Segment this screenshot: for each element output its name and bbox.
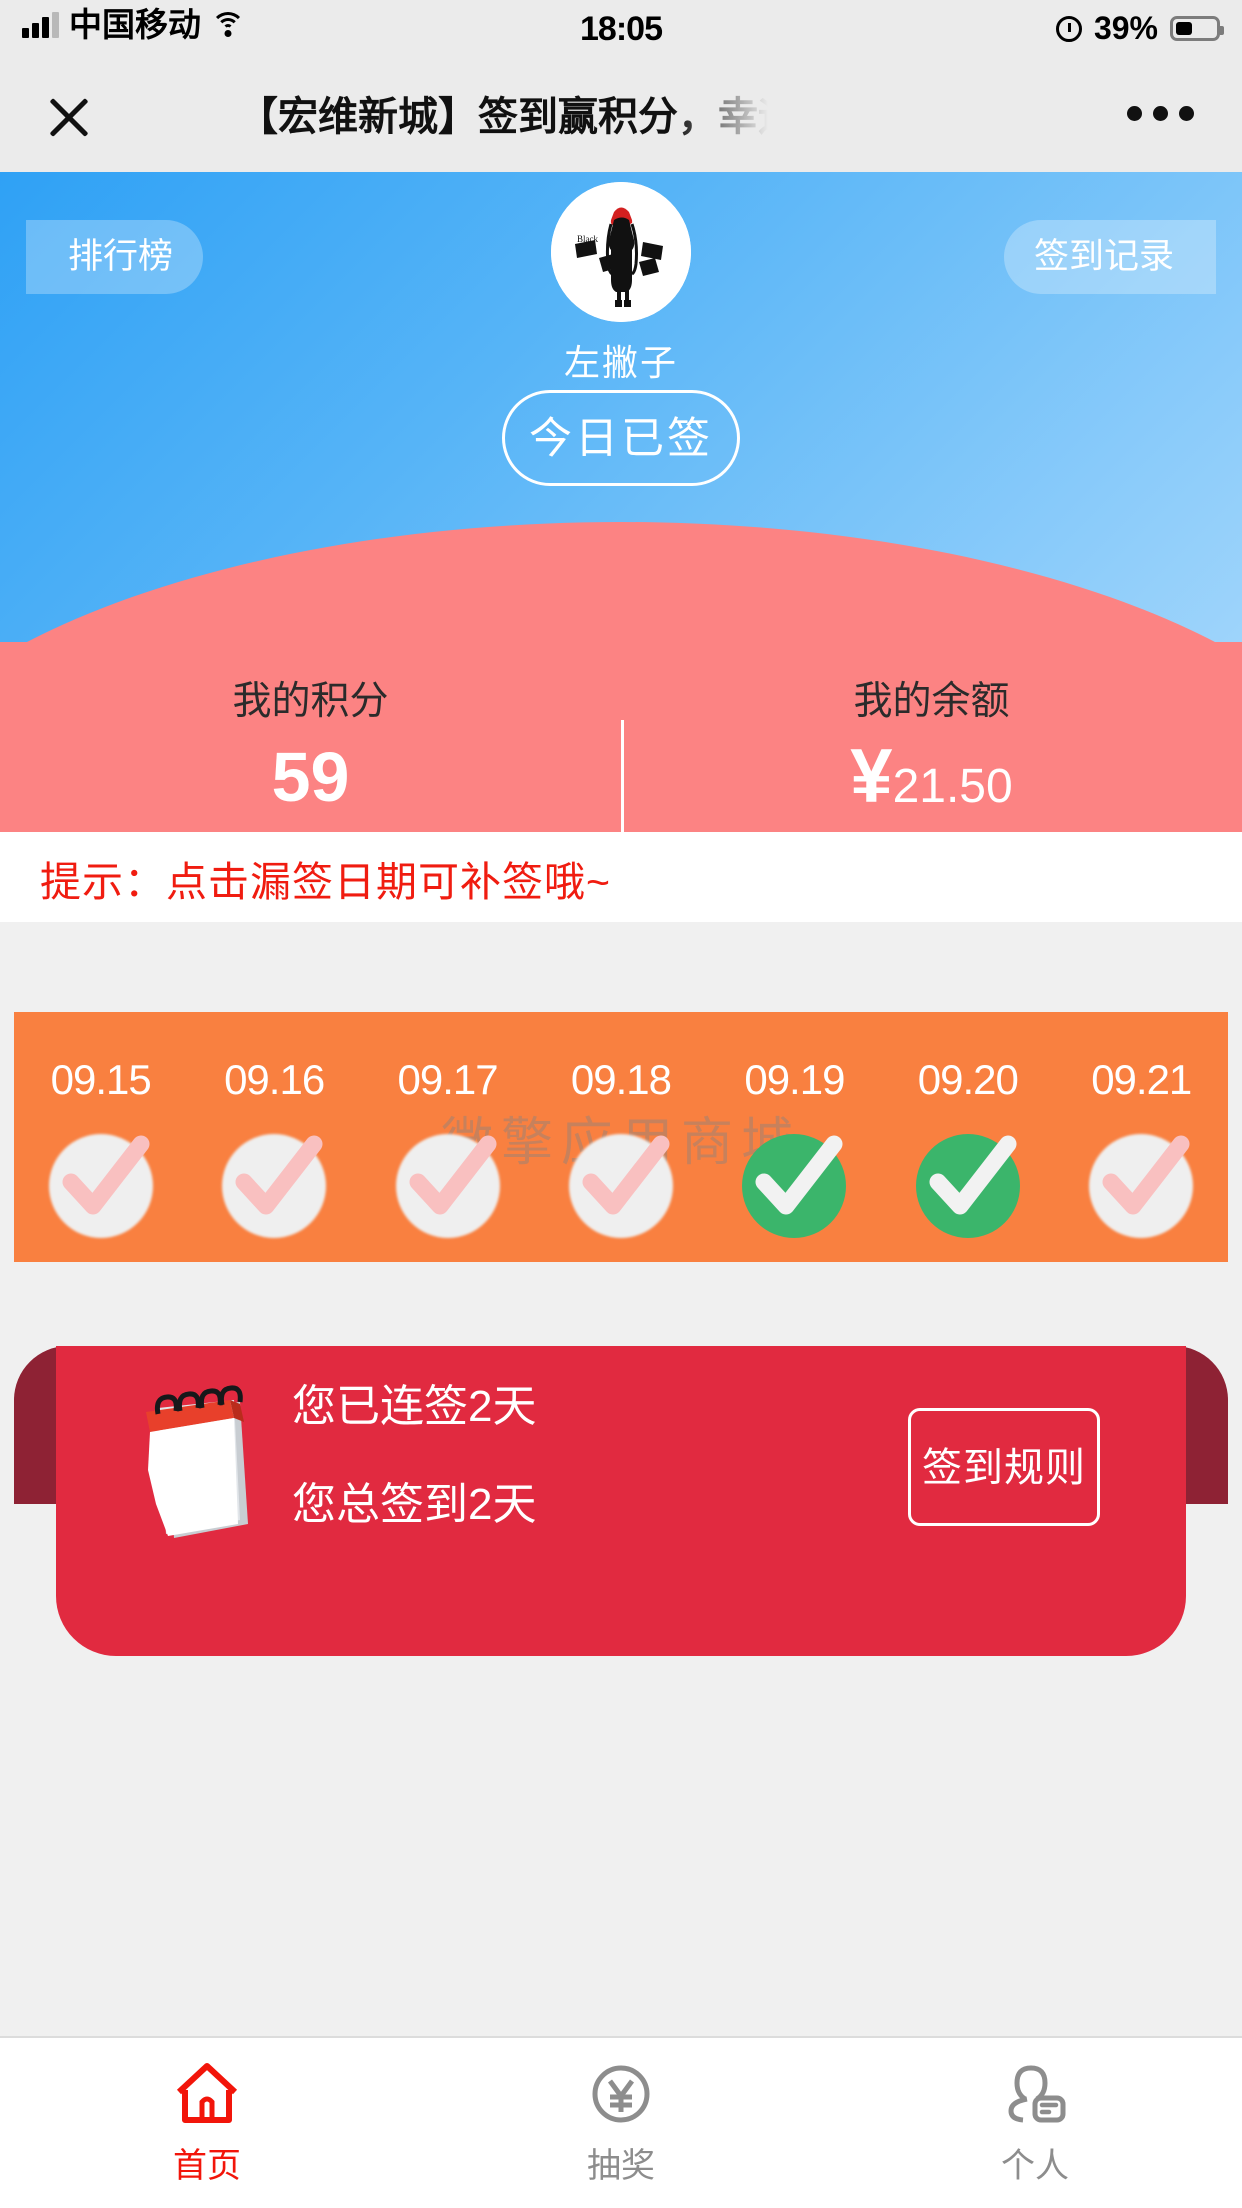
nav-bar: 【宏维新城】签到赢积分，幸运大 — [0, 62, 1242, 172]
battery-icon — [1170, 16, 1224, 41]
avatar-image: Black — [551, 182, 691, 322]
summary-texts: 您已连签2天 您总签到2天 — [292, 1382, 537, 1530]
sign-in-button[interactable]: 今日已签 — [502, 390, 740, 486]
calendar-day[interactable]: 09.21 — [1055, 1012, 1228, 1262]
coin-yen-icon — [587, 2060, 655, 2128]
avatar[interactable]: Black — [551, 182, 691, 322]
calendar-day-label: 09.20 — [917, 1056, 1019, 1103]
summary-card: 您已连签2天 您总签到2天 签到规则 — [56, 1346, 1186, 1656]
check-unsigned-icon — [1089, 1134, 1194, 1238]
bottom-tab-bar: 首页 抽奖 个人 — [0, 2036, 1242, 2208]
user-card-icon — [1001, 2060, 1069, 2128]
status-right: 39% — [1055, 10, 1224, 47]
summary-ribbon: 您已连签2天 您总签到2天 签到规则 — [0, 1346, 1242, 1656]
hero-header: 排行榜 签到记录 Black 左撇子 今日已签 — [0, 172, 1242, 642]
tab-抽奖[interactable]: 抽奖 — [414, 2038, 828, 2208]
tab-个人[interactable]: 个人 — [828, 2038, 1242, 2208]
check-unsigned-icon — [222, 1134, 327, 1238]
check-unsigned-icon — [395, 1134, 500, 1238]
calendar-day-label: 09.16 — [224, 1056, 325, 1103]
status-bar: 中国移动 18:05 39% — [0, 0, 1242, 62]
hint-bar: 提示：点击漏签日期可补签哦~ — [0, 832, 1242, 922]
check-signed-icon — [915, 1134, 1020, 1238]
signin-calendar: 微擎应用商城 09.15 09.16 09.17 09.18 09.19 09.… — [14, 1012, 1228, 1262]
calendar-day-label: 09.15 — [50, 1056, 152, 1103]
calendar-days: 09.15 09.16 09.17 09.18 09.19 09.20 09.2… — [14, 1012, 1228, 1262]
calendar-day[interactable]: 09.15 — [14, 1012, 187, 1262]
sign-rule-button[interactable]: 签到规则 — [908, 1408, 1100, 1526]
calendar-day[interactable]: 09.16 — [187, 1012, 360, 1262]
username-label: 左撇子 — [563, 342, 678, 383]
home-icon — [173, 2060, 241, 2128]
calendar-day[interactable]: 09.20 — [881, 1012, 1054, 1262]
calendar-day-label: 09.19 — [744, 1056, 845, 1103]
balance-amount: 21.50 — [892, 760, 1013, 813]
tab-label: 抽奖 — [587, 2147, 655, 2185]
calendar-icon — [146, 1385, 248, 1538]
points-label: 我的积分 — [232, 680, 389, 723]
page-title: 【宏维新城】签到赢积分，幸运大 — [238, 95, 768, 139]
calendar-day-label: 09.18 — [570, 1056, 672, 1103]
yen-symbol: ¥ — [850, 734, 893, 819]
close-icon[interactable] — [42, 90, 96, 144]
calendar-day[interactable]: 09.17 — [361, 1012, 534, 1262]
points-value: 59 — [271, 738, 350, 816]
calendar-day[interactable]: 09.19 — [708, 1012, 881, 1262]
battery-percent-label: 39% — [1093, 10, 1158, 46]
sign-record-button[interactable]: 签到记录 — [1003, 220, 1216, 294]
balance-stat: 我的余额 ¥21.50 — [621, 642, 1242, 826]
tab-label: 首页 — [173, 2147, 241, 2185]
check-unsigned-icon — [48, 1134, 153, 1238]
more-icon[interactable] — [1127, 106, 1194, 121]
rank-button[interactable]: 排行榜 — [26, 220, 204, 294]
calendar-day-label: 09.17 — [397, 1056, 499, 1103]
hero-curve-divider — [0, 522, 1242, 642]
stats-panel: 我的积分 59 我的余额 ¥21.50 — [0, 642, 1242, 832]
balance-value-row: ¥21.50 — [621, 738, 1242, 826]
tab-label: 个人 — [1001, 2147, 1069, 2185]
alarm-icon — [1055, 15, 1082, 42]
check-unsigned-icon — [568, 1134, 673, 1238]
hint-text: 提示：点击漏签日期可补签哦~ — [40, 859, 611, 905]
check-signed-icon — [742, 1134, 847, 1238]
streak-text: 您已连签2天 — [292, 1382, 537, 1431]
tab-首页[interactable]: 首页 — [0, 2038, 414, 2208]
balance-label: 我的余额 — [853, 680, 1010, 723]
calendar-day-label: 09.21 — [1091, 1056, 1192, 1103]
points-stat: 我的积分 59 — [0, 642, 621, 816]
page-filler — [0, 1656, 1242, 2036]
total-text: 您总签到2天 — [292, 1480, 537, 1530]
calendar-day[interactable]: 09.18 — [534, 1012, 707, 1262]
